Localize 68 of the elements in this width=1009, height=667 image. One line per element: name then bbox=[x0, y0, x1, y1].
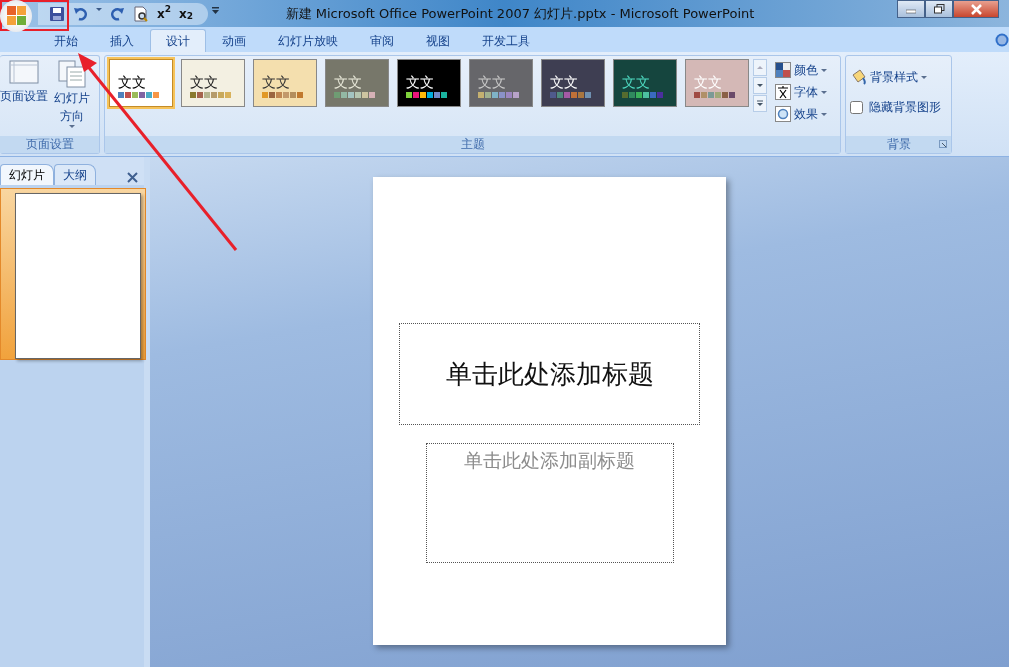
ribbon-tab[interactable]: 幻灯片放映 bbox=[262, 29, 354, 52]
format-button[interactable]: x$_{2}$ bbox=[176, 3, 197, 24]
caret-icon bbox=[821, 68, 827, 72]
color-swatches bbox=[694, 92, 735, 98]
restore-button[interactable] bbox=[925, 0, 953, 18]
colors-icon bbox=[775, 62, 791, 78]
color-swatches bbox=[190, 92, 231, 98]
caret-icon bbox=[921, 75, 927, 79]
theme-thumbnail[interactable]: 文文 bbox=[253, 59, 317, 107]
theme-thumbnail[interactable]: 文文 bbox=[109, 59, 173, 107]
close-icon[interactable] bbox=[127, 172, 138, 183]
slide-thumbnail[interactable] bbox=[0, 188, 146, 360]
window-title: 新建 Microsoft Office PowerPoint 2007 幻灯片.pptx - Microsoft PowerPoint bbox=[284, 4, 756, 23]
help-icon[interactable] bbox=[995, 33, 1009, 47]
format-button[interactable]: x$^{2}$ bbox=[154, 3, 174, 24]
ribbon-button[interactable]: 页面设置 bbox=[0, 59, 48, 105]
theme-thumbnail[interactable]: 文文 bbox=[181, 59, 245, 107]
caret-icon bbox=[821, 112, 827, 116]
undo-icon[interactable] bbox=[73, 5, 87, 22]
save-icon[interactable] bbox=[49, 5, 65, 22]
checkbox[interactable] bbox=[850, 100, 863, 114]
color-swatches bbox=[622, 92, 663, 98]
ribbon-tab[interactable]: 开始 bbox=[38, 29, 94, 52]
title-placeholder[interactable]: 单击此处添加标题 bbox=[399, 323, 700, 425]
ribbon-button[interactable]: 效果 bbox=[775, 103, 827, 125]
ribbon-button[interactable]: 颜色 bbox=[775, 59, 827, 81]
ribbon-button[interactable]: 背景样式 bbox=[850, 66, 927, 88]
ribbon-tab[interactable]: 开发工具 bbox=[466, 29, 546, 52]
theme-thumbnail[interactable]: 文文 bbox=[613, 59, 677, 107]
ribbon-tab[interactable]: 设计 bbox=[150, 29, 206, 52]
close-icon bbox=[970, 3, 982, 15]
group-label: 主题 bbox=[105, 136, 840, 153]
color-swatches bbox=[334, 92, 375, 98]
theme-thumbnail[interactable]: 文文 bbox=[325, 59, 389, 107]
close-button[interactable] bbox=[953, 0, 999, 18]
scroll-down-icon[interactable] bbox=[756, 82, 764, 89]
dialog-launcher-icon[interactable] bbox=[939, 140, 947, 148]
paint-bucket-icon bbox=[850, 69, 867, 85]
color-swatches bbox=[478, 92, 519, 98]
ribbon-button[interactable]: 字体 bbox=[775, 81, 827, 103]
theme-thumbnail[interactable]: 文文 bbox=[469, 59, 533, 107]
color-swatches bbox=[118, 92, 159, 98]
font-icon bbox=[775, 84, 791, 100]
page-setup-icon bbox=[8, 59, 40, 87]
color-swatches bbox=[550, 92, 591, 98]
minimize-button[interactable] bbox=[897, 0, 925, 18]
redo-icon[interactable] bbox=[111, 5, 125, 22]
ribbon-tab[interactable]: 审阅 bbox=[354, 29, 410, 52]
group-label: 背景 bbox=[846, 136, 951, 153]
print-preview-icon[interactable] bbox=[133, 5, 149, 22]
pane-tab[interactable]: 大纲 bbox=[54, 164, 96, 185]
caret-icon bbox=[821, 90, 827, 94]
ribbon-tab[interactable]: 动画 bbox=[206, 29, 262, 52]
effects-icon bbox=[775, 106, 791, 122]
orientation-icon bbox=[57, 59, 87, 89]
color-swatches bbox=[406, 92, 447, 98]
color-swatches bbox=[262, 92, 303, 98]
highlight-box bbox=[0, 0, 69, 31]
ribbon-tab[interactable]: 视图 bbox=[410, 29, 466, 52]
logo-icon bbox=[5, 5, 27, 26]
theme-thumbnail[interactable]: 文文 bbox=[541, 59, 605, 107]
more-icon[interactable] bbox=[756, 100, 764, 107]
ribbon-tab[interactable]: 插入 bbox=[94, 29, 150, 52]
restore-icon bbox=[933, 4, 945, 14]
pane-tab[interactable]: 幻灯片 bbox=[0, 164, 54, 185]
checkbox-label: 隐藏背景图形 bbox=[869, 99, 941, 116]
group-label: 页面设置 bbox=[0, 136, 99, 153]
theme-thumbnail[interactable]: 文文 bbox=[397, 59, 461, 107]
